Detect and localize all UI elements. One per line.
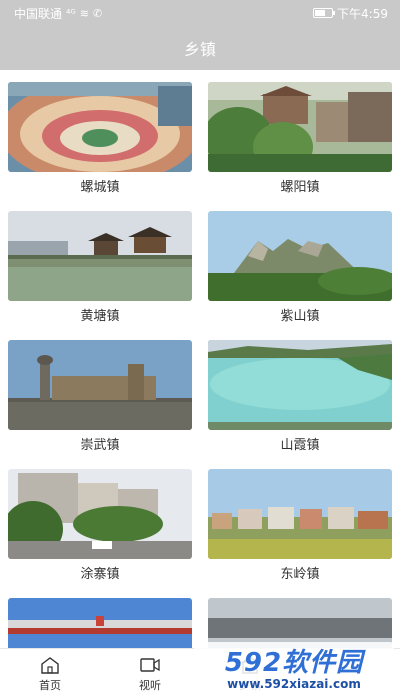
watermark-logo: 592软件园 www.592xiazai.com [194,642,394,698]
tab-video[interactable]: 视听 [100,649,200,700]
town-card-huangtang[interactable]: 黄塘镇 [8,211,192,332]
home-icon [40,656,60,674]
town-card-luocheng[interactable]: 螺城镇 [8,82,192,203]
town-card-tuzhai[interactable]: 涂寨镇 [8,469,192,590]
town-card-dongling[interactable]: 东岭镇 [208,469,392,590]
town-card-chongwu[interactable]: 崇武镇 [8,340,192,461]
town-card-zishan[interactable]: 紫山镇 [208,211,392,332]
header: 乡镇 [0,26,400,70]
watermark-logo-num: 592 [224,648,283,678]
town-card-luoyang[interactable]: 螺阳镇 [208,82,392,203]
town-name[interactable]: 螺阳镇 [280,179,319,203]
town-name[interactable]: 黄塘镇 [80,308,119,332]
town-photo-huangtang[interactable] [8,211,192,301]
tab-label: 首页 [39,679,61,692]
town-name[interactable]: 螺城镇 [80,179,119,203]
tab-label: 视听 [139,679,161,692]
carrier-label: 中国联通 [14,6,63,21]
video-icon [140,656,160,674]
town-photo-luocheng[interactable] [8,82,192,172]
town-grid: 螺城镇 螺阳镇 黄塘镇 紫山镇 崇武镇 山霞镇 涂寨镇 东岭镇 [0,70,400,688]
watermark-url: www.592xiazai.com [227,677,361,691]
watermark-logo-text: 592软件园 [225,649,363,677]
battery-fill [315,10,325,16]
battery-icon [313,8,336,18]
town-name[interactable]: 崇武镇 [80,437,119,461]
status-bar: 中国联通 ⁴ᴳ ≋ ✆ 下午4:59 [0,0,400,26]
town-name[interactable]: 涂寨镇 [80,566,119,590]
call-icon: ✆ [93,6,103,20]
town-photo-shanxia[interactable] [208,340,392,430]
clock: 下午4:59 [337,6,388,21]
town-photo-luoyang[interactable] [208,82,392,172]
town-photo-chongwu[interactable] [8,340,192,430]
town-name[interactable]: 山霞镇 [280,437,319,461]
watermark-logo-cn: 软件园 [282,648,364,678]
town-photo-dongling[interactable] [208,469,392,559]
wifi-icon: ≋ [79,6,90,20]
town-name[interactable]: 东岭镇 [280,566,319,590]
page-title: 乡镇 [183,40,216,59]
town-name[interactable]: 紫山镇 [280,308,319,332]
town-photo-zishan[interactable] [208,211,392,301]
signal-icon: ⁴ᴳ [66,6,76,20]
town-card-shanxia[interactable]: 山霞镇 [208,340,392,461]
town-photo-tuzhai[interactable] [8,469,192,559]
tab-home[interactable]: 首页 [0,649,100,700]
